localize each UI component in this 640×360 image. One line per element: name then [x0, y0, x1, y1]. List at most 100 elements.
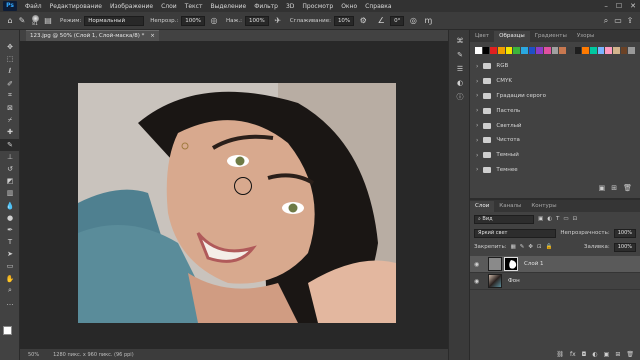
link-icon[interactable]: ⛓: [556, 351, 564, 358]
brush-settings-icon[interactable]: ▤: [42, 15, 54, 27]
maximize-icon[interactable]: ☐: [616, 2, 622, 10]
menu-file[interactable]: Файл: [21, 3, 46, 10]
layer-opacity-field[interactable]: 100%: [613, 228, 636, 238]
color-swatch[interactable]: [528, 47, 536, 54]
adjustments-icon[interactable]: ◐: [449, 76, 471, 90]
color-swatches[interactable]: [3, 326, 17, 340]
flow-field[interactable]: 100%: [245, 15, 269, 26]
swatch-group[interactable]: › RGB: [470, 59, 640, 74]
minimize-icon[interactable]: –: [604, 2, 608, 10]
layer-row[interactable]: ◉ Слой 1: [470, 256, 640, 273]
symmetry-icon[interactable]: ɱ: [422, 15, 434, 27]
frame-tool-icon[interactable]: ⊠: [0, 102, 20, 114]
history-icon[interactable]: ⌘: [449, 34, 471, 48]
opacity-field[interactable]: 100%: [181, 15, 205, 26]
color-swatch[interactable]: [574, 47, 582, 54]
new-group-icon[interactable]: ▣: [599, 184, 606, 192]
lock-move-icon[interactable]: ✥: [528, 244, 533, 250]
share-icon[interactable]: ⇪: [624, 15, 636, 27]
color-swatch[interactable]: [620, 47, 628, 54]
filter-type-icon[interactable]: T: [556, 216, 559, 222]
color-swatch[interactable]: [498, 47, 505, 54]
airbrush-icon[interactable]: ✈: [272, 15, 284, 27]
menu-3d[interactable]: 3D: [282, 3, 298, 10]
menu-filter[interactable]: Фильтр: [250, 3, 282, 10]
color-swatch[interactable]: [544, 47, 551, 54]
zoom-tool-icon[interactable]: ⌕: [0, 285, 20, 297]
filter-adjust-icon[interactable]: ◐: [547, 216, 552, 222]
adjustment-layer-icon[interactable]: ◐: [592, 351, 597, 358]
rectangle-tool-icon[interactable]: ▭: [0, 260, 20, 272]
filter-pixel-icon[interactable]: ▣: [538, 216, 543, 222]
move-tool-icon[interactable]: ✥: [0, 41, 20, 53]
hand-tool-icon[interactable]: ✋: [0, 273, 20, 285]
pressure-size-icon[interactable]: ◎: [407, 15, 419, 27]
zoom-level[interactable]: 50%: [28, 352, 39, 358]
filter-smart-icon[interactable]: ⊡: [573, 216, 578, 222]
trash-icon[interactable]: 🗑: [623, 184, 632, 192]
new-swatch-icon[interactable]: ⊞: [611, 184, 617, 192]
color-swatch[interactable]: [597, 47, 605, 54]
portrait-photo[interactable]: [78, 83, 396, 323]
color-swatch[interactable]: [536, 47, 544, 54]
eye-icon[interactable]: ◉: [474, 261, 484, 268]
eyedropper-tool-icon[interactable]: ⌿: [0, 114, 20, 126]
swatch-group[interactable]: › CMYK: [470, 74, 640, 89]
lock-paint-icon[interactable]: ✎: [520, 244, 525, 250]
tab-patterns[interactable]: Узоры: [572, 31, 599, 42]
brush-presets-icon[interactable]: ✎: [449, 48, 471, 62]
lock-all-icon[interactable]: 🔒: [546, 244, 553, 250]
color-swatch[interactable]: [628, 47, 636, 54]
stamp-tool-icon[interactable]: ⊥: [0, 151, 20, 163]
tab-paths[interactable]: Контуры: [526, 201, 561, 212]
color-swatch[interactable]: [605, 47, 613, 54]
healing-tool-icon[interactable]: ✚: [0, 126, 20, 138]
info-icon[interactable]: ⓘ: [449, 90, 471, 104]
filter-shape-icon[interactable]: ▭: [563, 216, 568, 222]
color-swatch[interactable]: [475, 47, 482, 54]
menu-view[interactable]: Просмотр: [298, 3, 337, 10]
new-group-icon[interactable]: ▣: [604, 351, 610, 358]
more-tools-icon[interactable]: …: [0, 297, 20, 309]
swatch-group[interactable]: › Пастель: [470, 103, 640, 118]
fill-field[interactable]: 100%: [613, 242, 636, 252]
close-tab-icon[interactable]: ×: [150, 33, 155, 39]
brush-tool-icon[interactable]: ✎: [0, 138, 20, 151]
color-swatch[interactable]: [613, 47, 620, 54]
menu-edit[interactable]: Редактирование: [46, 3, 106, 10]
color-swatch[interactable]: [482, 47, 490, 54]
color-swatch[interactable]: [490, 47, 498, 54]
document-tab[interactable]: 123.jpg @ 50% (Слой 1, Слой-маска/8) * ×: [26, 30, 159, 41]
brush-size-picker[interactable]: 81: [28, 14, 42, 28]
swatch-group[interactable]: › Чистота: [470, 133, 640, 148]
foreground-color[interactable]: [3, 326, 12, 335]
lock-artboard-icon[interactable]: ⊡: [537, 244, 542, 250]
canvas-area[interactable]: [20, 41, 448, 349]
menu-select[interactable]: Выделение: [206, 3, 250, 10]
menu-image[interactable]: Изображение: [106, 3, 157, 10]
blur-tool-icon[interactable]: 💧: [0, 199, 20, 211]
layer-mask-thumbnail[interactable]: [504, 257, 518, 271]
brush-tool-icon[interactable]: ✎: [16, 15, 28, 27]
lasso-tool-icon[interactable]: ℓ: [0, 65, 20, 77]
gear-icon[interactable]: ⚙: [357, 15, 369, 27]
type-tool-icon[interactable]: T: [0, 236, 20, 248]
new-layer-icon[interactable]: ⊞: [615, 351, 620, 358]
quick-select-tool-icon[interactable]: ✐: [0, 78, 20, 90]
fx-icon[interactable]: fx: [570, 351, 576, 358]
eye-icon[interactable]: ◉: [474, 278, 484, 285]
home-icon[interactable]: ⌂: [4, 15, 16, 27]
layer-row[interactable]: ◉ Фон: [470, 273, 640, 290]
dodge-tool-icon[interactable]: ●: [0, 212, 20, 224]
smoothing-field[interactable]: 10%: [333, 15, 355, 26]
swatch-group[interactable]: › Темнее: [470, 163, 640, 178]
marquee-tool-icon[interactable]: ⬚: [0, 53, 20, 65]
mode-select[interactable]: Нормальный: [84, 15, 145, 26]
layer-filter-select[interactable]: ⌕ Вид: [474, 214, 534, 224]
menu-help[interactable]: Справка: [361, 3, 395, 10]
color-swatch[interactable]: [590, 47, 597, 54]
pen-tool-icon[interactable]: ✒: [0, 224, 20, 236]
tab-gradients[interactable]: Градиенты: [530, 31, 572, 42]
pressure-opacity-icon[interactable]: ◎: [208, 15, 220, 27]
add-mask-icon[interactable]: ◘: [582, 351, 587, 358]
